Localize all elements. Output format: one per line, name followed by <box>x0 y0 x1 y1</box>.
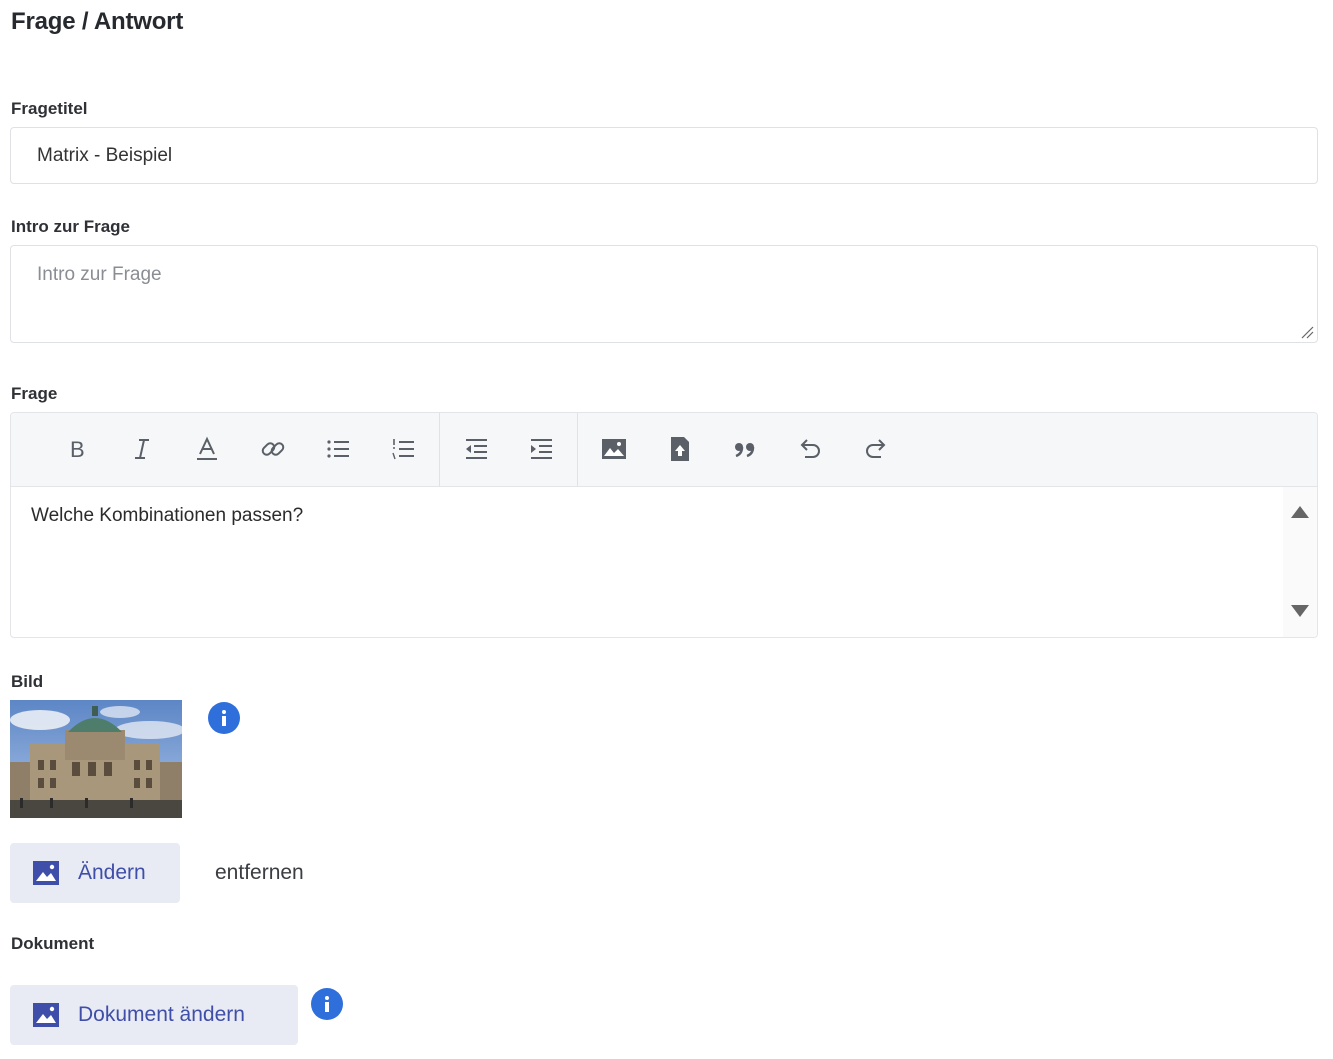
question-label: Frage <box>11 384 58 403</box>
toolbar-divider <box>577 413 578 486</box>
document-label: Dokument <box>11 934 95 953</box>
title-label: Fragetitel <box>11 99 88 118</box>
italic-icon[interactable] <box>120 427 164 471</box>
remove-image-link[interactable]: entfernen <box>215 861 304 885</box>
outdent-icon[interactable] <box>454 427 498 471</box>
numbered-list-icon[interactable] <box>381 427 425 471</box>
link-icon[interactable] <box>251 427 295 471</box>
scroll-up-icon[interactable] <box>1290 505 1310 519</box>
document-info-icon[interactable] <box>311 988 343 1020</box>
intro-placeholder: Intro zur Frage <box>37 264 162 285</box>
change-image-button[interactable]: Ändern <box>10 843 180 903</box>
bulleted-list-icon[interactable] <box>316 427 360 471</box>
scroll-down-icon[interactable] <box>1290 604 1310 618</box>
toolbar-divider <box>439 413 440 486</box>
editor-scrollbar[interactable] <box>1283 487 1317 637</box>
image-icon[interactable] <box>592 427 636 471</box>
undo-icon[interactable] <box>788 427 832 471</box>
intro-label: Intro zur Frage <box>11 217 131 236</box>
svg-text:B: B <box>70 437 85 462</box>
redo-icon[interactable] <box>854 427 898 471</box>
question-content[interactable]: Welche Kombinationen passen? <box>31 505 303 527</box>
title-input[interactable]: Matrix - Beispiel <box>10 127 1318 184</box>
blockquote-icon[interactable] <box>723 427 767 471</box>
change-document-label: Dokument ändern <box>78 1003 245 1026</box>
font-color-icon[interactable] <box>185 427 229 471</box>
change-image-label: Ändern <box>78 861 146 884</box>
image-info-icon[interactable] <box>208 702 240 734</box>
image-label: Bild <box>11 672 44 691</box>
image-thumbnail <box>10 700 182 818</box>
question-editor[interactable]: B Welche Kombinationen passen? <box>10 412 1318 638</box>
section-title: Frage / Antwort <box>11 8 184 35</box>
indent-icon[interactable] <box>519 427 563 471</box>
editor-toolbar: B <box>11 413 1317 487</box>
file-upload-icon[interactable] <box>658 427 702 471</box>
intro-textarea[interactable]: Intro zur Frage <box>10 245 1318 343</box>
bold-icon[interactable]: B <box>55 427 99 471</box>
image-icon <box>33 861 59 885</box>
change-document-button[interactable]: Dokument ändern <box>10 985 298 1045</box>
image-icon <box>33 1003 59 1027</box>
resize-handle-icon[interactable] <box>1300 325 1314 339</box>
